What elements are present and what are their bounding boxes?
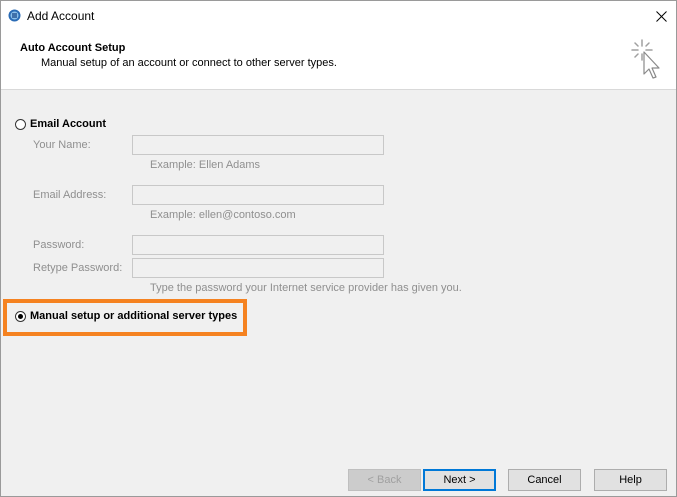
close-button[interactable] [646,1,676,31]
next-button[interactable]: Next > [423,469,496,491]
window-title: Add Account [27,9,95,23]
page-subtitle: Manual setup of an account or connect to… [41,57,337,69]
help-button[interactable]: Help [594,469,667,491]
cursor-sparkle-icon [629,37,665,85]
wizard-header: Auto Account Setup Manual setup of an ac… [1,31,676,90]
retype-password-field[interactable] [132,258,384,278]
cancel-button[interactable]: Cancel [508,469,581,491]
your-name-hint: Example: Ellen Adams [150,159,261,171]
title-bar: Add Account [1,1,676,31]
page-title: Auto Account Setup [20,42,126,54]
email-address-label: Email Address: [33,189,107,201]
add-account-dialog: Add Account Auto Account Setup Manual se… [0,0,677,497]
email-address-field[interactable] [132,185,384,205]
manual-setup-option[interactable]: Manual setup or additional server types [15,310,237,322]
manual-setup-radio[interactable] [15,310,26,322]
your-name-field[interactable] [132,135,384,155]
password-field[interactable] [132,235,384,255]
email-address-hint: Example: ellen@contoso.com [150,209,296,221]
retype-password-label: Retype Password: [33,262,123,274]
outlook-app-icon [8,9,21,22]
manual-setup-label: Manual setup or additional server types [30,310,238,322]
your-name-label: Your Name: [33,139,91,151]
back-button[interactable]: < Back [348,469,421,491]
close-icon [656,11,667,22]
password-label: Password: [33,239,85,251]
password-hint: Type the password your Internet service … [150,282,462,294]
email-account-option[interactable]: Email Account [15,118,106,130]
email-account-radio[interactable] [15,118,26,130]
email-account-label: Email Account [30,118,106,130]
